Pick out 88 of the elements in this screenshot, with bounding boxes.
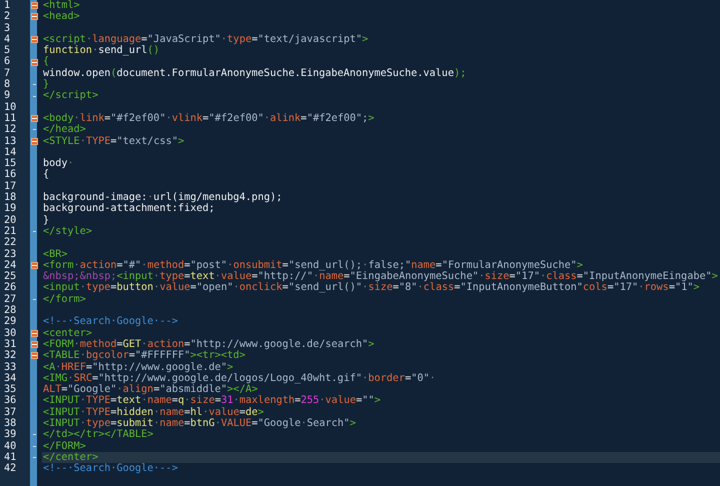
code-line: function·send_url() (42, 45, 160, 56)
code-line: &nbsp;&nbsp;<input·type=text·value="http://"·name="EingabeAnonymeSuche"·size="17"·class="InputAnonymeEingabe"> (42, 271, 718, 282)
line-number: 28 (3, 305, 18, 316)
code-line: </td></tr></TABLE> (42, 429, 154, 441)
code-line: <!--·Search·Google·--> (42, 463, 178, 474)
code-line: </center> (42, 452, 98, 463)
code-line: body· (42, 158, 74, 170)
fold-minus-icon[interactable] (31, 2, 38, 10)
code-line: } (42, 79, 50, 90)
line-number: 40 (3, 440, 18, 452)
line-number: 7 (3, 68, 12, 79)
code-line: ALT="Google"·align="absmiddle"></A> (42, 384, 258, 396)
code-line: background-image:·url(img/menubg4.png); (42, 192, 282, 204)
line-number: 9 (3, 90, 12, 102)
code-line: <head> (42, 11, 80, 23)
code-line: </script> (42, 90, 98, 102)
code-line: window.open(document.FormularAnonymeSuche.EingabeAnonymeSuche.value); (42, 68, 466, 79)
line-number: 42 (3, 463, 18, 474)
fold-minus-icon[interactable] (31, 58, 38, 66)
line-number: 39 (3, 429, 18, 441)
line-number: 17 (3, 180, 18, 192)
line-number: 23 (3, 248, 18, 260)
fold-minus-icon[interactable] (31, 13, 38, 20)
code-line: <A·HREF="http://www.google.de"> (42, 362, 234, 373)
fold-minus-icon[interactable] (31, 138, 38, 145)
code-line: <form·action="#"·method="post"·onsubmit="send_url();·false;"name="FormularAnonymeSuche"> (42, 260, 583, 271)
line-number: 3 (3, 22, 12, 34)
line-number: 18 (3, 192, 18, 204)
line-number: 26 (3, 282, 18, 294)
code-line: { (42, 56, 50, 68)
line-number: 8 (3, 79, 12, 90)
code-line: <body·link="#f2ef00"·vlink="#f2ef00"·alink="#f2ef00";> (42, 112, 374, 124)
line-number: 25 (3, 271, 18, 282)
code-line: <FORM·method=GET·action="http://www.google.de/search"> (42, 338, 374, 350)
code-line: </head> (42, 124, 86, 136)
code-line: <script·language="JavaScript"·type="text/javascript"> (42, 34, 368, 46)
code-line: <input·type=button·value="open"·onclick="send_url()"·size="8"·class="InputAnonymeButton"cols="17"·rows="1"> (42, 282, 700, 294)
fold-minus-icon[interactable] (31, 352, 38, 360)
code-line: <INPUT·TYPE=hidden·name=hl·value=de> (42, 406, 264, 418)
fold-minus-icon[interactable] (31, 330, 38, 337)
line-number: 4 (3, 34, 12, 46)
code-line: background-attachment:fixed; (42, 203, 215, 215)
code-line: <INPUT·type=submit·name=btnG·VALUE="Google·Search"> (42, 418, 356, 429)
line-number: 35 (3, 384, 18, 396)
code-line: { (42, 169, 50, 181)
fold-minus-icon[interactable] (31, 262, 38, 269)
code-line: <!--·Search·Google·--> (42, 316, 178, 328)
code-line: <INPUT·TYPE=text·name=q·size=31·maxlength=255·value=""> (42, 395, 381, 407)
line-number: 21 (3, 226, 18, 237)
line-number: 27 (3, 294, 18, 305)
line-number: 36 (3, 395, 18, 407)
line-number: 29 (3, 316, 18, 328)
line-number: 5 (3, 45, 12, 56)
fold-minus-icon[interactable] (31, 115, 38, 122)
line-number: 11 (3, 112, 18, 124)
line-number: 37 (3, 406, 18, 418)
code-line: <TABLE·bgcolor="#FFFFFF"><tr><td> (42, 350, 246, 362)
line-number: 16 (3, 169, 18, 181)
code-line: </style> (42, 226, 92, 238)
line-number: 10 (3, 102, 18, 113)
line-number: 34 (3, 372, 18, 384)
line-number: 1 (3, 0, 12, 11)
line-number: 19 (3, 203, 18, 215)
code-line: } (42, 214, 50, 226)
line-number: 12 (3, 124, 18, 136)
line-number: 22 (3, 237, 18, 249)
line-number: 2 (3, 11, 12, 23)
fold-minus-icon[interactable] (31, 341, 38, 348)
code-line: <BR> (42, 248, 68, 260)
line-number: 32 (3, 350, 18, 362)
line-number: 33 (3, 362, 18, 373)
line-number: 30 (3, 328, 18, 339)
line-number: 31 (3, 338, 18, 350)
code-line: <center> (42, 328, 92, 339)
line-number: 14 (3, 146, 18, 158)
line-number: 20 (3, 214, 18, 226)
code-line: <html> (42, 0, 80, 11)
fold-minus-icon[interactable] (31, 36, 38, 44)
line-number: 13 (3, 136, 18, 147)
line-number: 41 (3, 452, 18, 463)
code-line: </FORM> (42, 440, 86, 452)
line-number: 6 (3, 56, 12, 68)
line-number: 38 (3, 418, 18, 429)
code-line: </form> (42, 294, 86, 306)
line-number: 15 (3, 158, 18, 170)
code-line: <STYLE·TYPE="text/css"> (42, 136, 184, 147)
code-line: <IMG·SRC="http://www.google.de/logos/Logo_40wht.gif"·border="0"· (42, 372, 436, 384)
line-number: 24 (3, 260, 18, 271)
